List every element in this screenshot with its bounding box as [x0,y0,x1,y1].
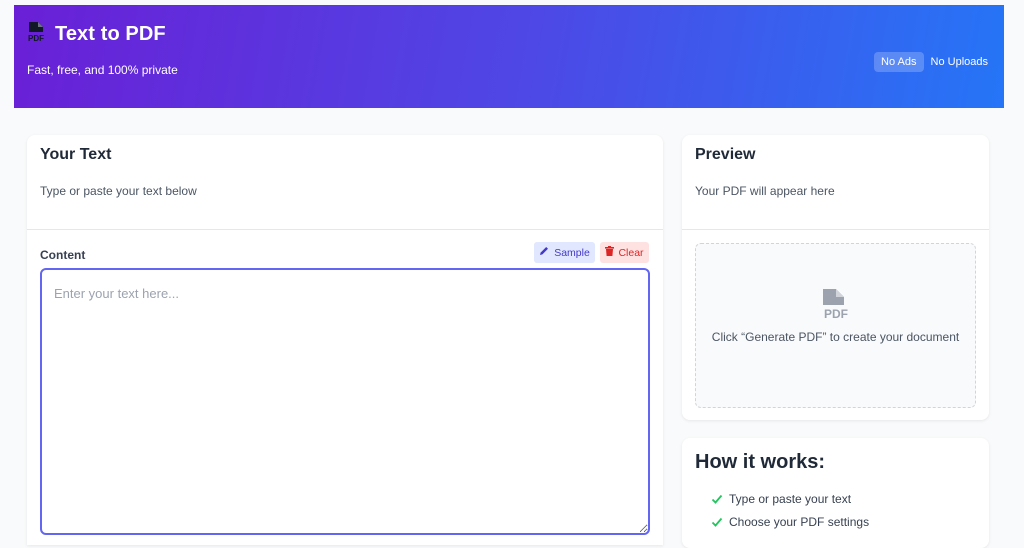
check-icon [711,493,723,505]
how-it-works-list: Type or paste your text Choose your PDF … [711,487,869,533]
pdf-placeholder-icon: PDF [820,287,852,326]
pencil-icon [539,246,549,259]
editor-card-title: Your Text [40,146,112,163]
preview-empty-message: Click “Generate PDF” to create your docu… [711,330,960,344]
no-ads-badge: No Ads [874,52,924,72]
svg-text:PDF: PDF [28,34,44,43]
pdf-file-icon: PDF [27,21,47,48]
editor-card: Your Text Type or paste your text below … [27,135,663,545]
editor-card-subtitle: Type or paste your text below [40,184,197,198]
text-input-area[interactable] [40,268,650,535]
clear-button[interactable]: Clear [600,242,649,263]
how-it-works-title: How it works: [695,451,826,473]
clear-button-label: Clear [618,246,644,259]
list-item: Choose your PDF settings [711,510,869,533]
step-label: Type or paste your text [729,491,852,506]
list-item: Type or paste your text [711,487,869,510]
sample-button-label: Sample [554,246,590,259]
preview-area: PDF Click “Generate PDF” to create your … [695,243,976,408]
preview-card-subtitle: Your PDF will appear here [695,184,835,198]
header-title-row: PDF Text to PDF [27,21,166,48]
svg-text:PDF: PDF [824,307,848,321]
preview-card-divider [682,229,989,230]
check-icon [711,516,723,528]
app-title: Text to PDF [55,23,166,45]
preview-card: Preview Your PDF will appear here PDF Cl… [682,135,989,420]
no-uploads-badge: No Uploads [930,56,988,68]
trash-icon [605,246,615,259]
step-label: Choose your PDF settings [729,514,870,529]
header-badges: No Ads No Uploads [874,52,990,72]
how-it-works-card: How it works: Type or paste your text Ch… [682,438,989,548]
app-header: PDF Text to PDF Fast, free, and 100% pri… [14,5,1004,108]
editor-card-divider [27,229,663,230]
content-label: Content [40,248,86,262]
sample-button[interactable]: Sample [534,242,595,263]
app-subtitle: Fast, free, and 100% private [27,63,178,77]
preview-card-title: Preview [695,146,756,163]
